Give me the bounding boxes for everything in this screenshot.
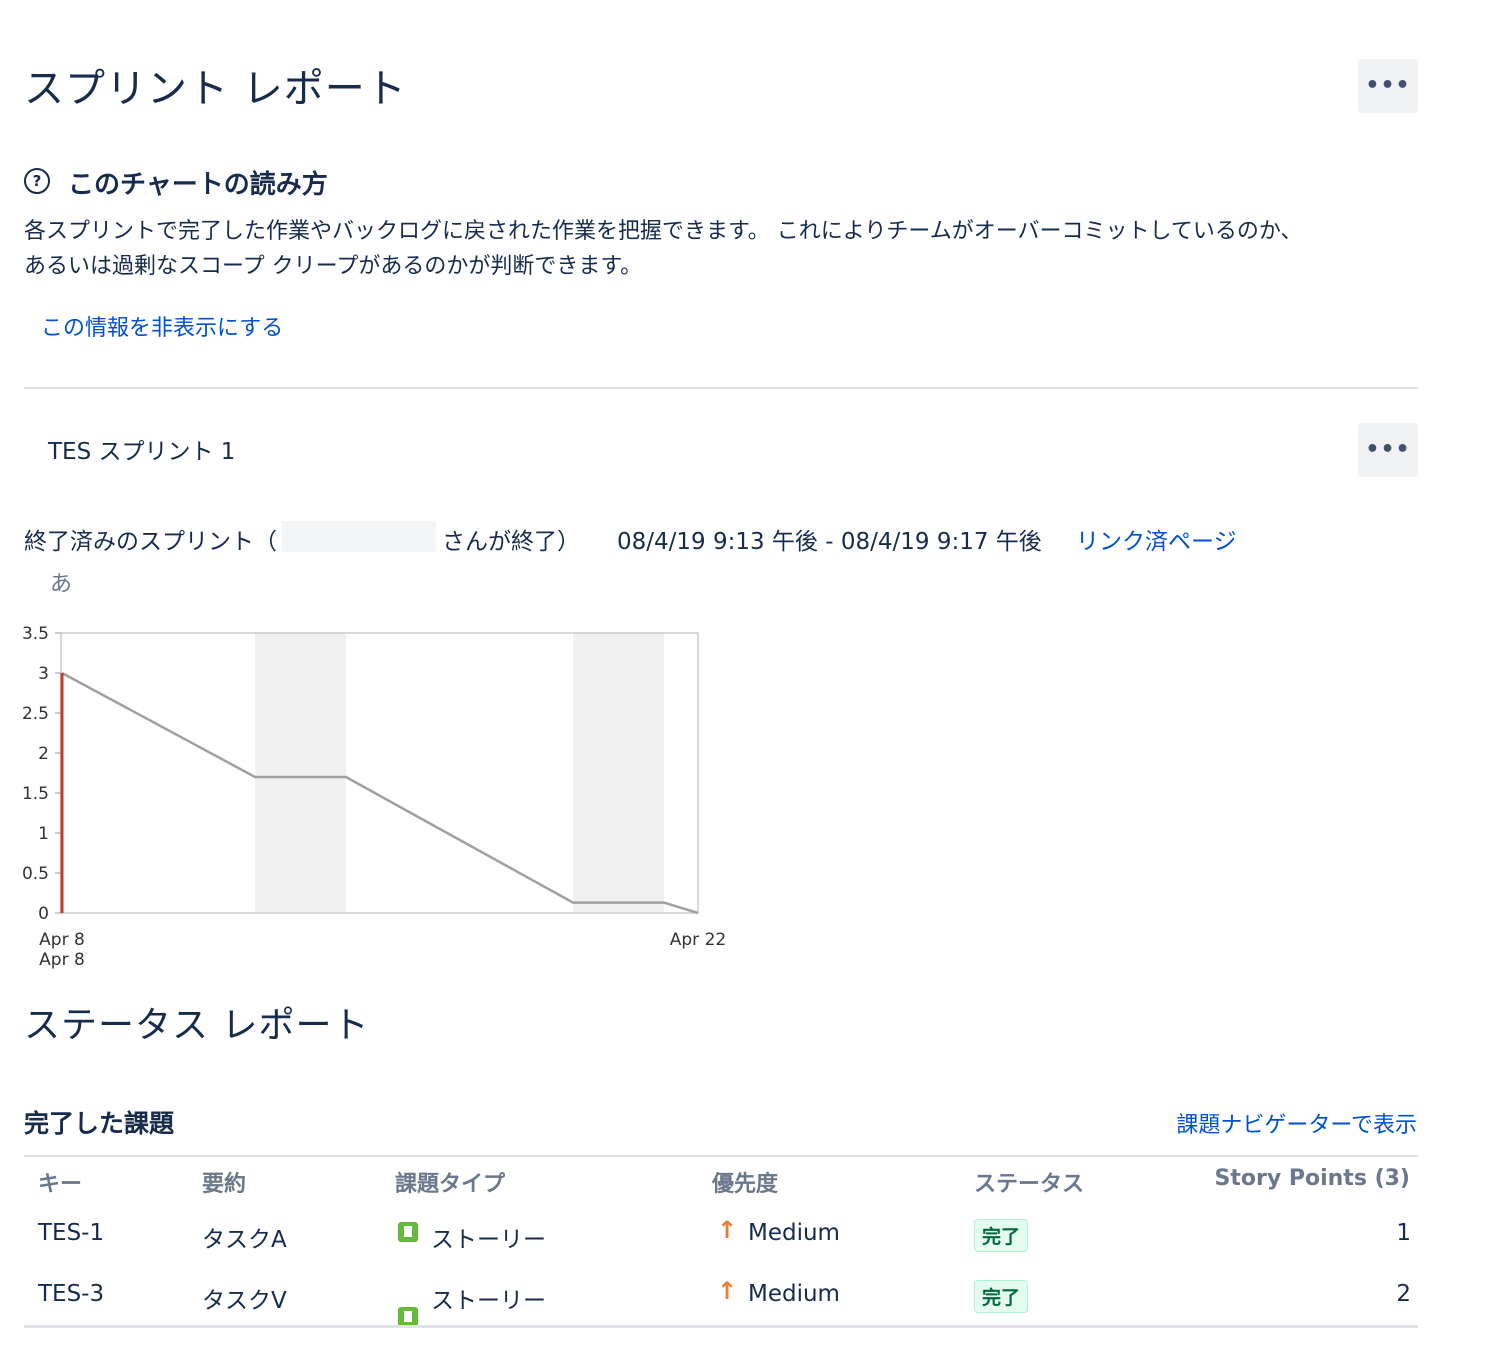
y-tick-label: 0.5 — [22, 864, 49, 884]
column-header-story-points[interactable]: Story Points (3) — [1215, 1166, 1410, 1191]
story-icon — [398, 1307, 418, 1327]
column-header-issue-type[interactable]: 課題タイプ — [395, 1166, 505, 1198]
page-title: スプリント レポート — [24, 66, 407, 112]
burndown-chart: 3.5 3 2.5 2 1.5 1 0.5 0 Apr 8 Apr 22 Apr 8 — [22, 624, 726, 970]
story-points: 2 — [1396, 1281, 1411, 1307]
sprint-name: TES スプリント 1 — [48, 439, 236, 465]
help-heading: このチャートの読み方 — [68, 170, 328, 200]
issue-key-link[interactable]: TES-3 — [38, 1281, 104, 1307]
issue-key-link[interactable]: TES-1 — [38, 1220, 104, 1246]
ellipsis-icon: ••• — [1365, 437, 1411, 462]
table-row: TES-1 タスクA ストーリー ↑ Medium 完了 1 — [0, 0, 1496, 1253]
story-icon — [398, 1222, 418, 1242]
redacted-user — [282, 521, 436, 552]
y-tick-label: 1.5 — [22, 784, 49, 804]
sprint-ended-prefix: 終了済みのスプリント（ — [24, 529, 277, 555]
column-header-summary[interactable]: 要約 — [202, 1166, 246, 1198]
status-report-title: ステータス レポート — [24, 1005, 370, 1046]
sprint-more-button[interactable]: ••• — [1358, 423, 1418, 477]
linked-pages-link[interactable]: リンク済ページ — [1076, 522, 1237, 556]
nonworking-day-band — [573, 633, 664, 913]
y-tick-label: 2.5 — [22, 704, 49, 724]
issue-summary: タスクA — [202, 1227, 287, 1253]
issue-type: ストーリー — [431, 1288, 546, 1314]
issue-navigator-link[interactable]: 課題ナビゲーターで表示 — [1176, 1107, 1417, 1139]
issue-summary: タスクV — [202, 1288, 287, 1314]
x-tick-label: Apr 22 — [670, 930, 726, 950]
story-points: 1 — [1396, 1220, 1411, 1246]
completed-issues-heading: 完了した課題 — [24, 1109, 175, 1138]
ellipsis-icon: ••• — [1365, 73, 1411, 98]
arrow-up-icon: ↑ — [717, 1277, 738, 1305]
y-tick-label: 3.5 — [22, 624, 49, 644]
status-badge: 完了 — [974, 1280, 1029, 1313]
hide-info-link[interactable]: この情報を非表示にする — [41, 310, 283, 342]
column-header-status[interactable]: ステータス — [974, 1166, 1084, 1198]
help-description-line: 各スプリントで完了した作業やバックログに戻された作業を把握できます。 これにより… — [24, 219, 1303, 244]
divider — [24, 387, 1418, 389]
page-more-button[interactable]: ••• — [1358, 59, 1418, 113]
chart-legend: あ — [50, 572, 73, 597]
x-tick-label: Apr 8 — [39, 930, 85, 950]
y-tick-label: 2 — [38, 744, 49, 764]
issue-priority: Medium — [748, 1281, 840, 1307]
nonworking-day-band — [255, 633, 346, 913]
status-badge: 完了 — [974, 1219, 1029, 1252]
y-tick-label: 0 — [38, 904, 49, 924]
status-lozenge-label: 完了 — [974, 1219, 1029, 1252]
table-header-border — [24, 1155, 1418, 1157]
table-bottom-border — [24, 1325, 1418, 1328]
sprint-date-range: 08/4/19 9:13 午後 - 08/4/19 9:17 午後 — [617, 529, 1042, 555]
help-description-line: あるいは過剰なスコープ クリープがあるのかが判断できます。 — [24, 254, 643, 279]
column-header-key[interactable]: キー — [38, 1166, 82, 1198]
y-tick-label: 1 — [38, 824, 49, 844]
arrow-up-icon: ↑ — [717, 1216, 738, 1244]
status-lozenge-label: 完了 — [974, 1280, 1029, 1313]
help-description: 各スプリントで完了した作業やバックログに戻された作業を把握できます。 これにより… — [24, 214, 1444, 284]
x-sub-label: Apr 8 — [39, 950, 85, 970]
question-circle-icon: ? — [24, 168, 50, 194]
table-row: TES-3 タスクV ストーリー ↑ Medium 完了 2 — [0, 24, 1496, 1327]
issue-priority: Medium — [748, 1220, 840, 1246]
y-tick-label: 3 — [38, 664, 49, 684]
issue-type: ストーリー — [431, 1227, 546, 1253]
sprint-ended-suffix: さんが終了） — [442, 529, 580, 555]
column-header-priority[interactable]: 優先度 — [712, 1166, 778, 1198]
